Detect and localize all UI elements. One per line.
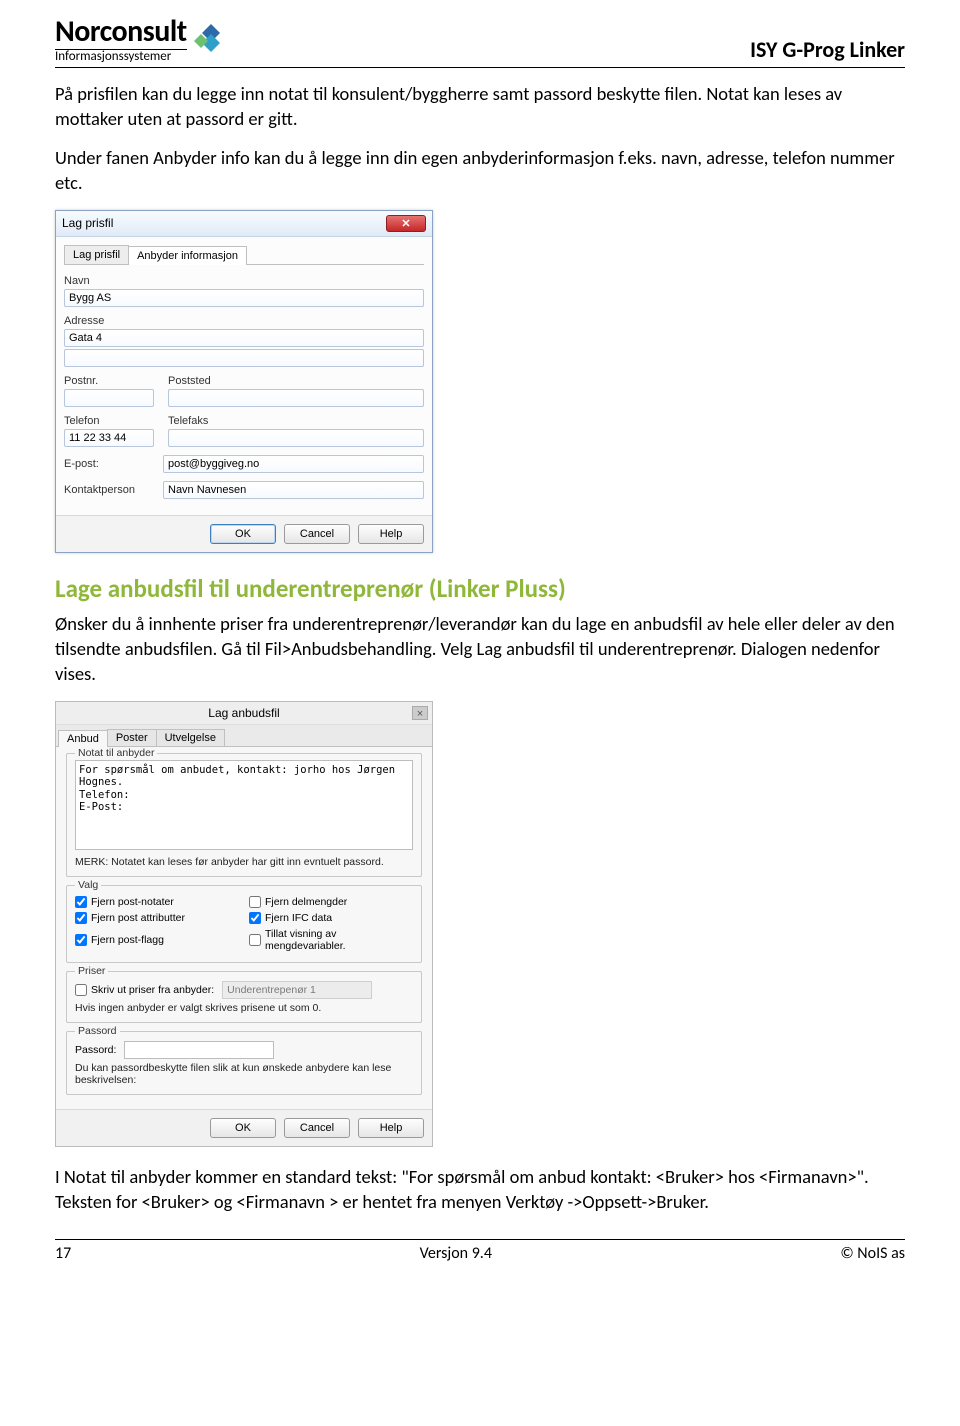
check-tillat-mengdevariabler[interactable]: Tillat visning av mengdevariabler. <box>249 928 413 952</box>
check-skriv-ut-priser[interactable]: Skriv ut priser fra anbyder: <box>75 984 214 996</box>
cancel-button[interactable]: Cancel <box>284 524 350 544</box>
select-anbyder[interactable]: Underentrepenør 1 <box>222 981 372 999</box>
check-label: Fjern post-flagg <box>91 934 164 946</box>
logo: Norconsult Informasjonssystemer <box>55 18 229 63</box>
fieldset-notat: Notat til anbyder MERK: Notatet kan lese… <box>66 753 422 877</box>
label-telefaks: Telefaks <box>168 415 424 427</box>
dialog-lag-prisfil: Lag prisfil ✕ Lag prisfil Anbyder inform… <box>55 210 433 553</box>
ok-button[interactable]: OK <box>210 524 276 544</box>
paragraph-4: I Notat til anbyder kommer en standard t… <box>55 1165 905 1215</box>
page-number: 17 <box>55 1244 71 1263</box>
legend-valg: Valg <box>75 879 101 891</box>
label-epost: E-post: <box>64 458 149 470</box>
textarea-notat[interactable] <box>75 760 413 850</box>
doc-title: ISY G-Prog Linker <box>750 36 905 63</box>
check-label: Tillat visning av mengdevariabler. <box>265 928 413 952</box>
tab-anbud[interactable]: Anbud <box>58 730 108 747</box>
logo-name: Norconsult <box>55 18 187 47</box>
check-fjern-delmengder[interactable]: Fjern delmengder <box>249 896 413 908</box>
input-adresse[interactable]: Gata 4 <box>64 329 424 347</box>
input-adresse-2[interactable] <box>64 349 424 367</box>
dialog2-titlebar: Lag anbudsfil × <box>56 702 432 725</box>
label-poststed: Poststed <box>168 375 424 387</box>
help-button[interactable]: Help <box>358 1118 424 1138</box>
help-button[interactable]: Help <box>358 524 424 544</box>
close-icon[interactable]: × <box>412 706 428 720</box>
version: Versjon 9.4 <box>420 1244 492 1263</box>
fieldset-passord: Passord Passord: Du kan passordbeskytte … <box>66 1031 422 1095</box>
label-navn: Navn <box>64 275 424 287</box>
tab-anbyder-informasjon[interactable]: Anbyder informasjon <box>128 246 247 265</box>
check-label: Fjern IFC data <box>265 912 332 924</box>
paragraph-1: På prisfilen kan du legge inn notat til … <box>55 82 905 132</box>
label-kontaktperson: Kontaktperson <box>64 484 149 496</box>
note-priser: Hvis ingen anbyder er valgt skrives pris… <box>75 1002 413 1014</box>
cancel-button[interactable]: Cancel <box>284 1118 350 1138</box>
label-passord: Passord: <box>75 1044 116 1056</box>
section-heading: Lage anbudsfil til underentreprenør (Lin… <box>55 573 905 604</box>
check-fjern-post-attributter[interactable]: Fjern post attributter <box>75 912 239 924</box>
label-adresse: Adresse <box>64 315 424 327</box>
input-epost[interactable]: post@byggiveg.no <box>163 455 424 473</box>
legend-passord: Passord <box>75 1025 120 1037</box>
close-icon[interactable]: ✕ <box>386 215 426 232</box>
copyright: © NoIS as <box>840 1244 905 1263</box>
label-postnr: Postnr. <box>64 375 154 387</box>
dialog2-title-text: Lag anbudsfil <box>208 706 279 720</box>
doc-header: Norconsult Informasjonssystemer ISY G-Pr… <box>55 18 905 68</box>
check-fjern-ifc-data[interactable]: Fjern IFC data <box>249 912 413 924</box>
fieldset-priser: Priser Skriv ut priser fra anbyder: Unde… <box>66 971 422 1023</box>
input-telefaks[interactable] <box>168 429 424 447</box>
note-notat: MERK: Notatet kan leses før anbyder har … <box>75 856 413 868</box>
input-postnr[interactable] <box>64 389 154 407</box>
ok-button[interactable]: OK <box>210 1118 276 1138</box>
input-poststed[interactable] <box>168 389 424 407</box>
dialog1-title-text: Lag prisfil <box>62 216 113 230</box>
note-passord: Du kan passordbeskytte filen slik at kun… <box>75 1062 413 1086</box>
page-footer: 17 Versjon 9.4 © NoIS as <box>55 1239 905 1263</box>
tab-lag-prisfil[interactable]: Lag prisfil <box>64 245 129 264</box>
check-label: Fjern post attributter <box>91 912 185 924</box>
check-label: Fjern post-notater <box>91 896 174 908</box>
check-label: Fjern delmengder <box>265 896 347 908</box>
paragraph-3: Ønsker du å innhente priser fra underent… <box>55 612 905 687</box>
label-telefon: Telefon <box>64 415 154 427</box>
input-navn[interactable]: Bygg AS <box>64 289 424 307</box>
check-fjern-post-flagg[interactable]: Fjern post-flagg <box>75 928 239 952</box>
tab-poster[interactable]: Poster <box>107 729 157 746</box>
fieldset-valg: Valg Fjern post-notater Fjern delmengder… <box>66 885 422 963</box>
dialog1-tabs: Lag prisfil Anbyder informasjon <box>64 245 424 265</box>
input-telefon[interactable]: 11 22 33 44 <box>64 429 154 447</box>
check-label: Skriv ut priser fra anbyder: <box>91 984 214 996</box>
paragraph-2: Under fanen Anbyder info kan du å legge … <box>55 146 905 196</box>
dialog2-tabs: Anbud Poster Utvelgelse <box>56 725 432 747</box>
input-passord[interactable] <box>124 1041 274 1059</box>
legend-notat: Notat til anbyder <box>75 747 157 759</box>
logo-sub: Informasjonssystemer <box>55 49 187 63</box>
dialog1-titlebar: Lag prisfil ✕ <box>56 211 432 237</box>
legend-priser: Priser <box>75 965 108 977</box>
logo-diamond-icon <box>193 22 229 58</box>
input-kontaktperson[interactable]: Navn Navnesen <box>163 481 424 499</box>
tab-utvelgelse[interactable]: Utvelgelse <box>156 729 225 746</box>
dialog-lag-anbudsfil: Lag anbudsfil × Anbud Poster Utvelgelse … <box>55 701 433 1147</box>
check-fjern-post-notater[interactable]: Fjern post-notater <box>75 896 239 908</box>
